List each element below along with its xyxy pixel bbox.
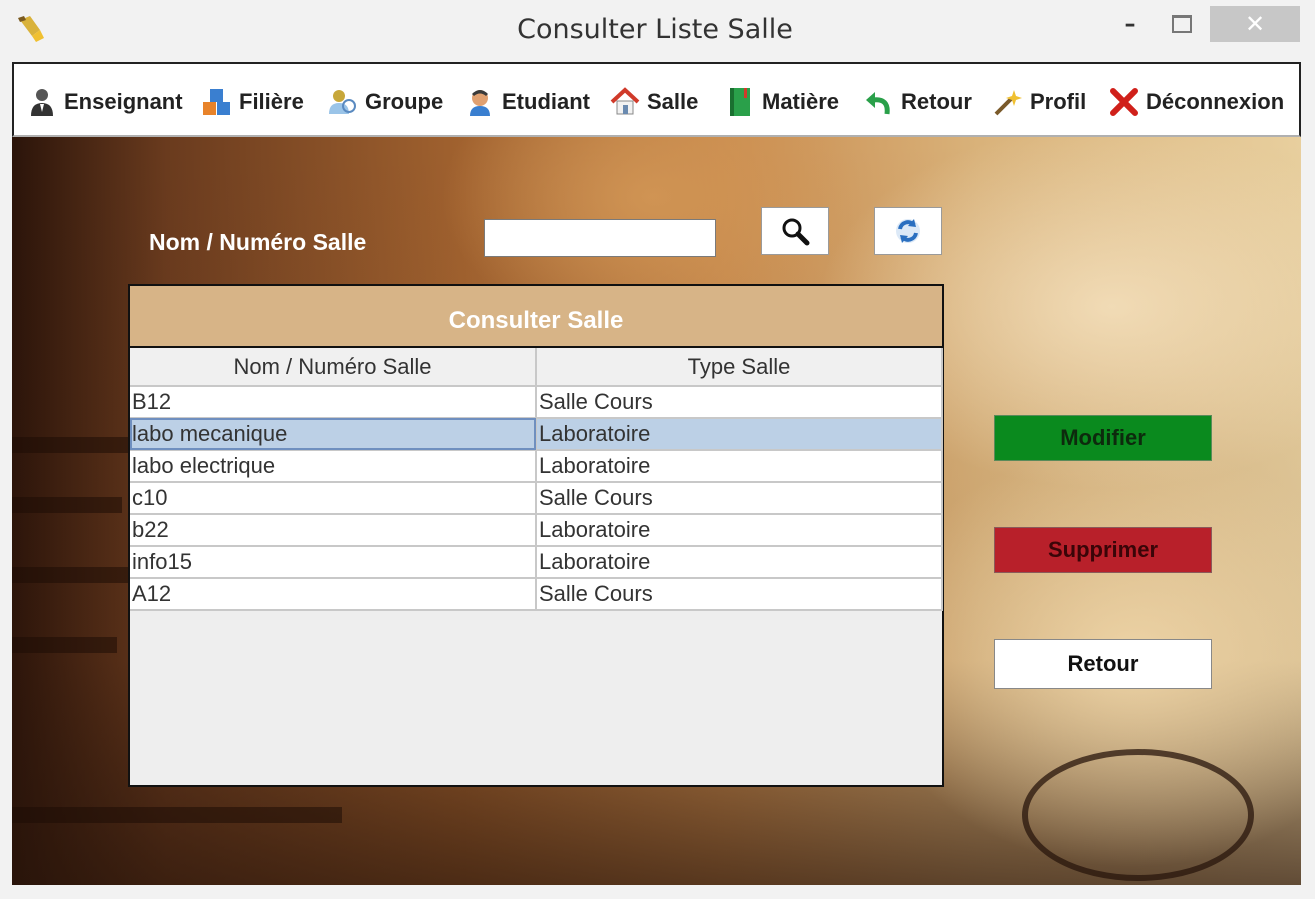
menu-item-groupe[interactable]: Groupe	[327, 64, 443, 139]
menu-bar: Enseignant Filière Groupe Etudiant Salle	[12, 62, 1301, 137]
menu-label-salle: Salle	[647, 88, 699, 114]
menu-label-matiere: Matière	[762, 88, 840, 114]
blocks-icon	[203, 88, 230, 115]
cell-nom[interactable]: A12	[130, 578, 537, 611]
table-row[interactable]: c10 Salle Cours	[130, 482, 943, 515]
menu-item-retour[interactable]: Retour	[863, 64, 972, 139]
menu-label-profil: Profil	[1030, 88, 1087, 114]
cell-nom[interactable]: B12	[130, 386, 537, 419]
salle-table: Nom / Numéro Salle Type Salle B12 Salle …	[130, 348, 943, 611]
book-icon	[730, 87, 750, 116]
teacher-icon	[31, 88, 53, 116]
search-label: Nom / Numéro Salle	[149, 229, 367, 255]
close-x-icon	[1110, 87, 1138, 116]
delete-button[interactable]: Supprimer	[994, 527, 1212, 573]
cell-nom[interactable]: info15	[130, 546, 537, 579]
table-header-row: Nom / Numéro Salle Type Salle	[130, 348, 943, 387]
table-row-selected[interactable]: labo mecanique Laboratoire	[130, 418, 943, 451]
cell-type[interactable]: Salle Cours	[536, 578, 943, 611]
cell-nom[interactable]: c10	[130, 482, 537, 515]
background-book-edge	[12, 637, 117, 653]
cell-type[interactable]: Laboratoire	[536, 514, 943, 547]
cell-type[interactable]: Salle Cours	[536, 386, 943, 419]
cell-nom[interactable]: b22	[130, 514, 537, 547]
back-arrow-icon	[866, 91, 890, 114]
menu-label-filiere: Filière	[239, 88, 304, 114]
table-row[interactable]: labo electrique Laboratoire	[130, 450, 943, 483]
search-input[interactable]	[484, 219, 716, 257]
table-row[interactable]: info15 Laboratoire	[130, 546, 943, 579]
minimize-button[interactable]: –	[1110, 6, 1150, 42]
maximize-button[interactable]	[1162, 6, 1202, 42]
menu-item-salle[interactable]: Salle	[609, 64, 698, 139]
refresh-button[interactable]	[874, 207, 942, 255]
main-content: Nom / Numéro Salle Consulter Salle Nom /…	[12, 137, 1301, 885]
close-button[interactable]: ✕	[1210, 6, 1300, 42]
student-icon	[470, 89, 490, 116]
cell-type[interactable]: Laboratoire	[536, 546, 943, 579]
group-icon	[329, 89, 356, 114]
menu-label-groupe: Groupe	[365, 88, 444, 114]
cell-nom[interactable]: labo mecanique	[130, 418, 537, 451]
search-button[interactable]	[761, 207, 829, 255]
cell-type[interactable]: Laboratoire	[536, 450, 943, 483]
background-book-edge	[12, 437, 132, 453]
wand-icon	[994, 89, 1022, 115]
refresh-icon	[896, 219, 920, 243]
menu-item-etudiant[interactable]: Etudiant	[464, 64, 590, 139]
salle-panel: Consulter Salle Nom / Numéro Salle Type …	[128, 284, 944, 787]
modify-button[interactable]: Modifier	[994, 415, 1212, 461]
menu-label-enseignant: Enseignant	[64, 88, 183, 114]
table-row[interactable]: A12 Salle Cours	[130, 578, 943, 611]
menu-item-filiere[interactable]: Filière	[201, 64, 304, 139]
panel-title: Consulter Salle	[130, 286, 942, 348]
background-glasses	[1022, 749, 1254, 881]
application-window: Consulter Liste Salle – ✕ Enseignant Fil…	[0, 0, 1315, 899]
menu-item-deconnexion[interactable]: Déconnexion	[1108, 64, 1284, 139]
maximize-icon	[1172, 15, 1192, 33]
menu-label-etudiant: Etudiant	[502, 88, 590, 114]
menu-item-matiere[interactable]: Matière	[724, 64, 839, 139]
background-book-edge	[12, 497, 122, 513]
cell-type[interactable]: Salle Cours	[536, 482, 943, 515]
back-button[interactable]: Retour	[994, 639, 1212, 689]
house-icon	[610, 86, 640, 114]
cell-nom[interactable]: labo electrique	[130, 450, 537, 483]
magnifier-icon	[782, 218, 810, 246]
column-header-type[interactable]: Type Salle	[536, 348, 943, 387]
table-row[interactable]: B12 Salle Cours	[130, 386, 943, 419]
menu-label-retour: Retour	[901, 88, 972, 114]
menu-item-profil[interactable]: Profil	[992, 64, 1086, 139]
background-book-edge	[12, 807, 342, 823]
menu-item-enseignant[interactable]: Enseignant	[26, 64, 183, 139]
title-bar: Consulter Liste Salle – ✕	[0, 0, 1315, 62]
background-book-edge	[12, 567, 132, 583]
cell-type[interactable]: Laboratoire	[536, 418, 943, 451]
column-header-nom[interactable]: Nom / Numéro Salle	[130, 348, 537, 387]
menu-label-deconnexion: Déconnexion	[1146, 88, 1285, 114]
table-row[interactable]: b22 Laboratoire	[130, 514, 943, 547]
